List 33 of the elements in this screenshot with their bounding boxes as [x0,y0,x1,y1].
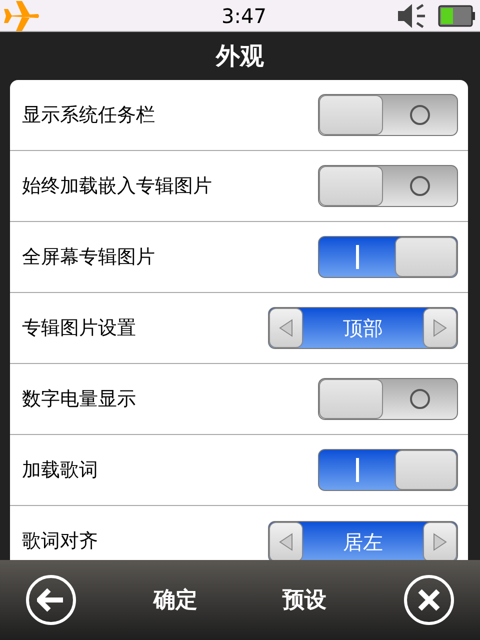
page-title: 外观 [216,41,264,72]
close-icon [416,588,441,612]
selector-value: 顶部 [342,315,384,342]
setting-label: 显示系统任务栏 [22,102,155,128]
setting-label: 加载歌词 [22,458,98,483]
left-arrow-button[interactable] [269,308,303,348]
back-button[interactable] [26,575,76,625]
toggle-switch[interactable] [318,449,458,491]
right-triangle-icon [432,532,448,552]
bottom-bar-button[interactable]: 确定 [145,584,206,616]
left-arrow-icon [37,588,65,612]
right-arrow-button[interactable] [423,308,457,348]
bottom-bar-button[interactable]: 预设 [274,584,335,616]
left-triangle-icon [278,318,294,338]
left-arrow-button[interactable] [269,522,303,560]
battery-icon [438,4,476,26]
clock-text: 3:47 [222,2,266,30]
setting-label: 全屏幕专辑图片 [22,244,155,270]
toggle-switch[interactable] [318,236,458,278]
setting-label: 专辑图片设置 [22,316,136,341]
toggle-switch[interactable] [318,378,458,420]
toggle-switch[interactable] [318,165,458,207]
airplane-icon [2,0,40,30]
setting-label: 始终加载嵌入专辑图片 [22,174,212,199]
toggle-switch[interactable] [318,94,458,136]
close-button[interactable] [404,575,454,625]
right-triangle-icon [432,318,448,338]
left-triangle-icon [278,532,294,552]
selector-value: 居左 [342,528,384,556]
setting-label: 数字电量显示 [22,386,136,412]
volume-icon [398,2,428,28]
right-arrow-button[interactable] [423,522,457,560]
setting-label: 歌词对齐 [22,529,98,554]
